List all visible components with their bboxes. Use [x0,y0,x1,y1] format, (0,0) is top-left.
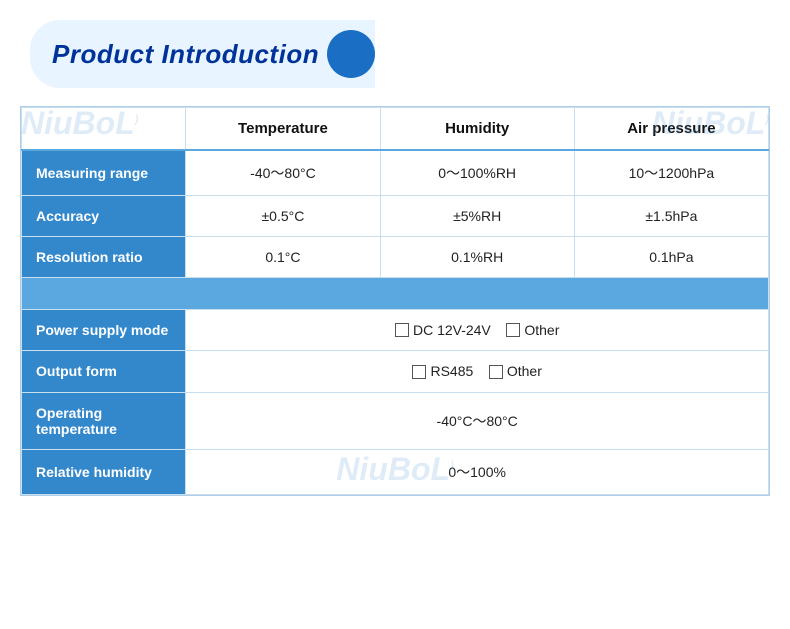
value-air-accuracy: ±1.5hPa [574,196,768,237]
table-row-power-supply: Power supply mode DC 12V-24V Other [22,310,769,351]
value-air-resolution: 0.1hPa [574,237,768,278]
checkbox-other-output-icon[interactable] [489,365,503,379]
value-other-power: Other [524,322,559,338]
table-divider-row [22,278,769,310]
label-power-supply-mode: Power supply mode [22,310,186,351]
value-air-measuring-range: 10～1200hPa [574,150,768,196]
title-badge: Product Introduction [30,20,375,88]
table-row-measuring-range: Measuring range -40～80°C 0～100%RH 10～120… [22,150,769,196]
value-dc: DC 12V-24V [413,322,491,338]
value-temp-accuracy: ±0.5°C [186,196,380,237]
table-row-output-form: Output form RS485 Other [22,351,769,392]
header-label-col [22,108,186,151]
checkbox-dc-icon[interactable] [395,323,409,337]
specs-table: Temperature Humidity Air pressure Measur… [21,107,769,495]
table-row-relative-humidity: Relative humidity 0～100% [22,449,769,494]
header-humidity: Humidity [380,108,574,151]
label-measuring-range: Measuring range [22,150,186,196]
label-operating-temperature: Operating temperature [22,392,186,449]
value-hum-accuracy: ±5%RH [380,196,574,237]
value-power-supply-mode: DC 12V-24V Other [186,310,769,351]
value-other-output: Other [507,363,542,379]
table-header-row: Temperature Humidity Air pressure [22,108,769,151]
table-row-accuracy: Accuracy ±0.5°C ±5%RH ±1.5hPa [22,196,769,237]
table-row-resolution: Resolution ratio 0.1°C 0.1%RH 0.1hPa [22,237,769,278]
specs-table-container: NiuBoL) NiuBoL) NiuBoL) Temperature Humi… [20,106,770,496]
title-area: Product Introduction [20,20,770,88]
checkbox-other-power-icon[interactable] [506,323,520,337]
value-output-form: RS485 Other [186,351,769,392]
divider-cell [22,278,769,310]
label-resolution-ratio: Resolution ratio [22,237,186,278]
value-hum-measuring-range: 0～100%RH [380,150,574,196]
value-rs485: RS485 [430,363,473,379]
value-temp-measuring-range: -40～80°C [186,150,380,196]
title-shape-decoration [327,30,375,78]
value-temp-resolution: 0.1°C [186,237,380,278]
label-relative-humidity: Relative humidity [22,449,186,494]
checkbox-rs485-icon[interactable] [412,365,426,379]
table-row-operating-temp: Operating temperature -40°C～80°C [22,392,769,449]
value-operating-temp: -40°C～80°C [186,392,769,449]
header-temperature: Temperature [186,108,380,151]
value-relative-humidity: 0～100% [186,449,769,494]
label-accuracy: Accuracy [22,196,186,237]
page-title: Product Introduction [52,39,319,70]
label-output-form: Output form [22,351,186,392]
main-container: Product Introduction NiuBoL) NiuBoL) Niu… [20,20,770,496]
header-air-pressure: Air pressure [574,108,768,151]
value-hum-resolution: 0.1%RH [380,237,574,278]
